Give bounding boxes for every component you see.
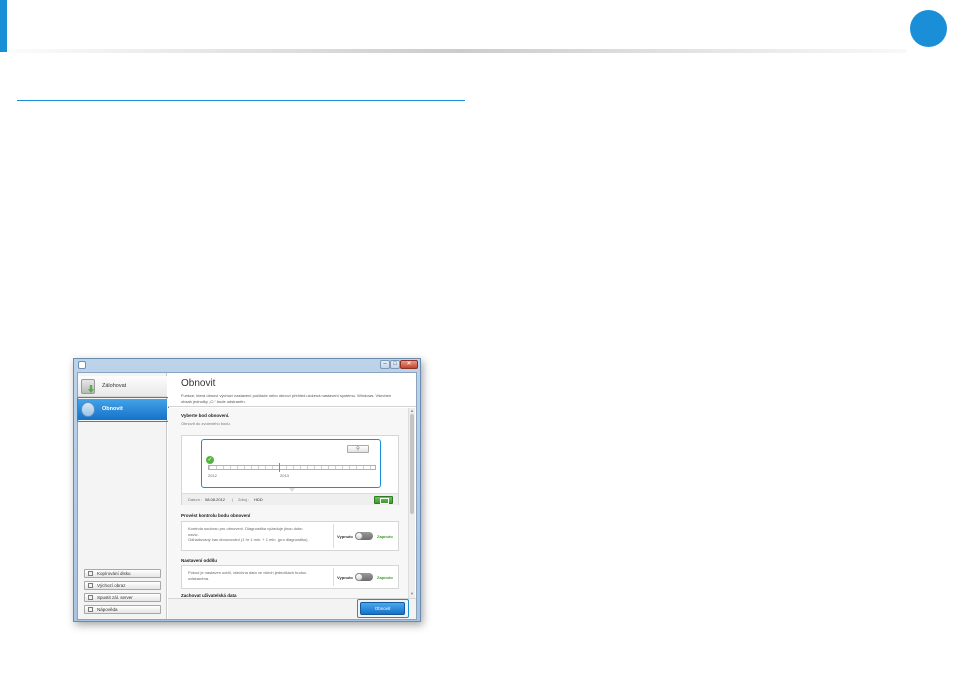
check-text-line: Odhadovaný čas obnovování (1 hr 1 min. +… xyxy=(188,537,309,542)
check-option: Kontrola souboru pro obnovení. Diagnosti… xyxy=(181,521,399,551)
backup-server-button[interactable]: Spustit zál. server xyxy=(84,593,161,602)
header-divider xyxy=(7,49,907,53)
action-footer: Obnovit xyxy=(168,598,416,619)
partition-heading: Nastavení oddílu xyxy=(181,558,218,563)
option-divider xyxy=(333,568,334,586)
page-marker-dot xyxy=(910,10,947,47)
disk-copy-button[interactable]: Kopírování disku xyxy=(84,569,161,578)
on-label: Zapnuto xyxy=(377,575,393,580)
year-label: 2013 xyxy=(280,473,289,478)
maximize-icon[interactable]: □ xyxy=(390,360,400,369)
scroll-content: Vyberte bod obnovení. Obnovit do zvolené… xyxy=(168,408,408,598)
backup-icon xyxy=(81,379,95,394)
restore-point-timeline: ⚲ ✓ 2012 2013 Datum : 08.08.2012 | Zdroj… xyxy=(181,435,399,505)
minimize-icon[interactable]: – xyxy=(380,360,390,369)
left-accent-bar xyxy=(0,0,7,52)
app-client-area: Zálohovat Obnovit Kopírování disku Výcho… xyxy=(77,372,417,620)
highlight-frame xyxy=(357,599,409,618)
partition-option: Pokud je nastaven oddíl, všechna data ve… xyxy=(181,565,399,589)
help-icon xyxy=(88,607,93,612)
year-label: 2012 xyxy=(208,473,217,478)
source-label: Zdroj : xyxy=(238,497,250,502)
off-label: Vypnuto xyxy=(337,534,353,539)
check-description: Kontrola souboru pro obnovení. Diagnosti… xyxy=(188,526,333,543)
default-image-button[interactable]: Výchozí obraz xyxy=(84,581,161,590)
scroll-thumb[interactable] xyxy=(410,414,414,514)
on-label: Zapnuto xyxy=(377,534,393,539)
year-divider xyxy=(279,463,280,472)
recovery-app-window: – □ ✕ Zálohovat Obnovit Kopírování disku xyxy=(73,358,421,622)
option-divider xyxy=(333,524,334,548)
page-title: Obnovit xyxy=(181,378,216,389)
restore-point-info: Datum : 08.08.2012 | Zdroj : HDD xyxy=(182,493,398,505)
button-label: Kopírování disku xyxy=(97,571,131,576)
check-toggle[interactable] xyxy=(355,532,373,540)
timeline-subheading: Obnovit do zvoleného bodu. xyxy=(181,421,231,426)
app-icon xyxy=(78,361,86,369)
pointer-triangle xyxy=(289,488,295,492)
restore-point-marker[interactable]: ✓ xyxy=(206,456,214,464)
main-panel: Obnovit Funkce, která obnoví výchozí nas… xyxy=(168,373,416,619)
partition-description: Pokud je nastaven oddíl, všechna data ve… xyxy=(188,570,333,581)
server-icon xyxy=(88,595,93,600)
default-image-icon xyxy=(88,583,93,588)
section-divider xyxy=(17,100,465,101)
vertical-scrollbar[interactable]: ▲ ▼ xyxy=(408,408,415,598)
help-button[interactable]: Nápověda xyxy=(84,605,161,614)
source-value: HDD xyxy=(254,497,263,502)
off-label: Vypnuto xyxy=(337,575,353,580)
timeline-slider[interactable] xyxy=(208,465,376,470)
manual-page: – □ ✕ Zálohovat Obnovit Kopírování disku xyxy=(0,0,954,677)
partition-toggle[interactable] xyxy=(355,573,373,581)
disk-copy-icon xyxy=(88,571,93,576)
sidebar: Zálohovat Obnovit Kopírování disku Výcho… xyxy=(77,373,169,619)
partition-text-line: odstraněna. xyxy=(188,575,210,581)
zoom-icon[interactable]: ⚲ xyxy=(347,445,369,453)
sidebar-item-label: Zálohovat xyxy=(102,383,127,389)
title-bar: – □ ✕ xyxy=(74,359,420,371)
highlight-frame xyxy=(77,397,169,422)
date-value: 08.08.2012 xyxy=(205,497,226,502)
date-label: Datum : xyxy=(188,497,203,502)
scroll-down-icon[interactable]: ▼ xyxy=(410,592,414,596)
close-icon[interactable]: ✕ xyxy=(400,360,418,369)
button-label: Nápověda xyxy=(97,607,118,612)
page-description: Funkce, která obnoví výchozí nastavení p… xyxy=(181,393,392,404)
separator: | xyxy=(232,497,234,502)
button-label: Výchozí obraz xyxy=(97,583,126,588)
sidebar-item-backup[interactable]: Zálohovat xyxy=(78,376,167,397)
check-heading: Provést kontrolu bodu obnovení xyxy=(181,513,251,518)
timeline-highlight-frame: ⚲ ✓ 2012 2013 xyxy=(201,439,381,488)
main-header: Obnovit Funkce, která obnoví výchozí nas… xyxy=(168,373,416,407)
details-button[interactable] xyxy=(374,496,393,504)
scroll-up-icon[interactable]: ▲ xyxy=(410,409,414,413)
timeline-heading: Vyberte bod obnovení. xyxy=(181,413,230,418)
button-label: Spustit zál. server xyxy=(97,595,133,600)
